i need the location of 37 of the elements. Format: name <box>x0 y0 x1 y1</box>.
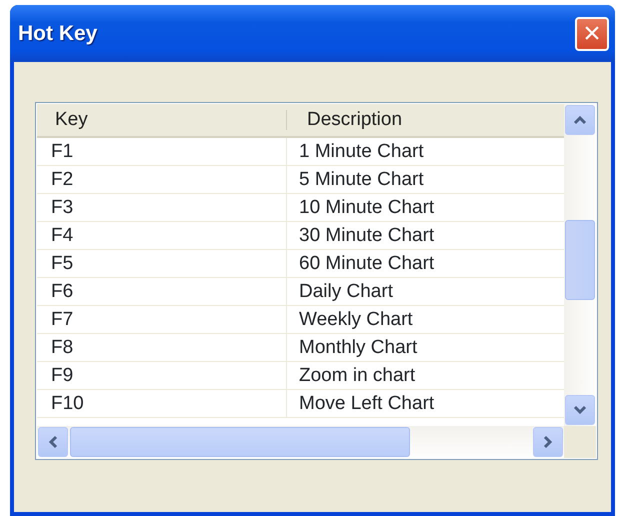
vertical-scrollbar[interactable] <box>564 104 596 426</box>
key-cell: F2 <box>37 166 287 193</box>
chevron-up-icon <box>573 115 587 125</box>
scroll-down-button[interactable] <box>565 395 595 425</box>
description-cell-text: 30 Minute Chart <box>298 224 434 248</box>
description-cell-text: Weekly Chart <box>298 308 413 332</box>
description-cell-text: 60 Minute Chart <box>298 252 434 276</box>
scrollbar-corner <box>564 426 596 458</box>
description-cell-text: 1 Minute Chart <box>298 140 424 164</box>
description-cell-text: Monthly Chart <box>298 336 418 360</box>
key-cell: F3 <box>37 194 287 221</box>
scroll-left-button[interactable] <box>38 427 68 457</box>
column-header[interactable]: Description <box>287 104 402 136</box>
key-cell: F4 <box>37 222 287 249</box>
scroll-thumb[interactable] <box>565 220 595 300</box>
key-cell: F8 <box>37 334 287 361</box>
description-cell-text: Move Left Chart <box>298 392 434 416</box>
chevron-left-icon <box>48 435 58 449</box>
chevron-down-icon <box>573 405 587 415</box>
scroll-up-button[interactable] <box>565 105 595 135</box>
key-cell: F10 <box>37 390 287 417</box>
close-button[interactable]: × <box>575 16 609 50</box>
key-cell: F7 <box>37 306 287 333</box>
key-cell: F9 <box>37 362 287 389</box>
key-cell: F1 <box>37 138 287 165</box>
key-cell: F5 <box>37 250 287 277</box>
window-title: Hot Key <box>18 20 98 47</box>
description-cell-text: Daily Chart <box>298 280 393 304</box>
chevron-right-icon <box>543 435 553 449</box>
description-cell-text: 10 Minute Chart <box>298 196 434 220</box>
description-cell-text: 5 Minute Chart <box>298 168 424 192</box>
column-header[interactable]: Key <box>37 110 287 130</box>
scroll-right-button[interactable] <box>533 427 563 457</box>
scroll-thumb[interactable] <box>70 427 410 457</box>
key-cell: F6 <box>37 278 287 305</box>
description-cell-text: Zoom in chart <box>298 364 416 388</box>
horizontal-scrollbar[interactable] <box>37 426 564 458</box>
